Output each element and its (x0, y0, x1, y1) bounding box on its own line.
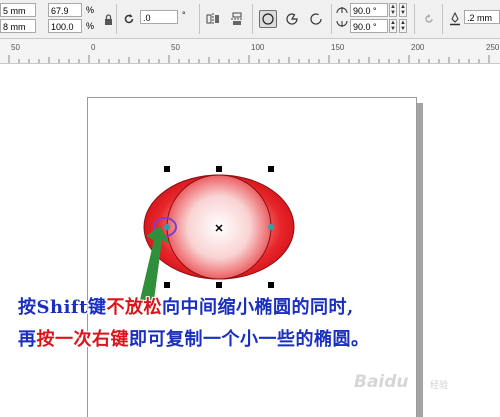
scale-y-field[interactable]: 100.0 (48, 19, 82, 33)
instruction-line-2: 再按一次右键即可复制一个小一些的椭圆。 (18, 325, 370, 351)
scale-y-unit: % (86, 21, 95, 31)
horizontal-ruler[interactable]: 50 0 50 100 150 200 250 (0, 39, 500, 64)
ellipse-mode-icon[interactable] (259, 10, 277, 28)
ruler-label: 50 (11, 43, 20, 52)
separator (252, 4, 253, 34)
scale-x-field[interactable]: 67.9 (48, 3, 82, 17)
rotation-field[interactable]: .0 (140, 10, 178, 24)
start-angle-field[interactable]: 90.0 ° (350, 3, 388, 17)
arc-mode-icon[interactable] (307, 10, 325, 28)
ruler-label: 250 (486, 43, 500, 52)
ruler-label: 0 (91, 43, 96, 52)
property-bar: 5 mm 8 mm 67.9 100.0 % % .0 ° 90.0 ° ▲ ▼ … (0, 0, 500, 39)
drawing-page[interactable] (87, 97, 417, 417)
outline-width-field[interactable]: .2 mm (464, 10, 500, 24)
end-angle-spinner[interactable]: ▲ ▼ (389, 19, 397, 33)
lock-ratio-icon[interactable] (99, 10, 117, 28)
outline-pen-icon (446, 10, 464, 28)
instruction-text-highlight: 按一次右键 (36, 329, 129, 350)
mirror-horizontal-icon[interactable] (204, 10, 222, 28)
rotation-unit: ° (182, 10, 186, 20)
start-angle-spinner[interactable]: ▲ ▼ (389, 3, 397, 17)
start-angle-icon (335, 2, 349, 16)
separator (442, 4, 443, 34)
end-angle-icon (335, 18, 349, 32)
pie-mode-icon[interactable] (283, 10, 301, 28)
scale-x-unit: % (86, 5, 95, 15)
watermark-sub: 经验 (430, 381, 449, 391)
ruler-label: 100 (251, 43, 265, 52)
direction-icon[interactable] (420, 10, 438, 28)
watermark-logo: Baidu (354, 372, 409, 392)
ruler-label: 50 (171, 43, 180, 52)
end-angle-spinner-2[interactable]: ▲ ▼ (399, 19, 407, 33)
instruction-text: 向中间缩小椭圆的同时, (161, 297, 354, 318)
mirror-vertical-icon[interactable] (228, 10, 246, 28)
rotate-icon (120, 10, 138, 28)
instruction-text-highlight: 不放松 (106, 297, 162, 318)
page-shadow (417, 103, 423, 417)
separator (116, 4, 117, 34)
instruction-line-1: 按Shift键不放松向中间缩小椭圆的同时, (18, 293, 354, 319)
ruler-ticks (8, 55, 490, 63)
instruction-text: 按Shift键 (18, 297, 107, 318)
separator (331, 4, 332, 34)
separator (199, 4, 200, 34)
ruler-label: 200 (411, 43, 425, 52)
start-angle-spinner-2[interactable]: ▲ ▼ (399, 3, 407, 17)
instruction-text: 即可复制一个小一些的椭圆。 (129, 329, 370, 350)
separator (414, 4, 415, 34)
lock-icon (104, 13, 112, 25)
end-angle-field[interactable]: 90.0 ° (350, 19, 388, 33)
width-field[interactable]: 5 mm (0, 3, 36, 17)
height-field[interactable]: 8 mm (0, 19, 36, 33)
ruler-label: 150 (331, 43, 345, 52)
instruction-text: 再 (18, 329, 37, 350)
